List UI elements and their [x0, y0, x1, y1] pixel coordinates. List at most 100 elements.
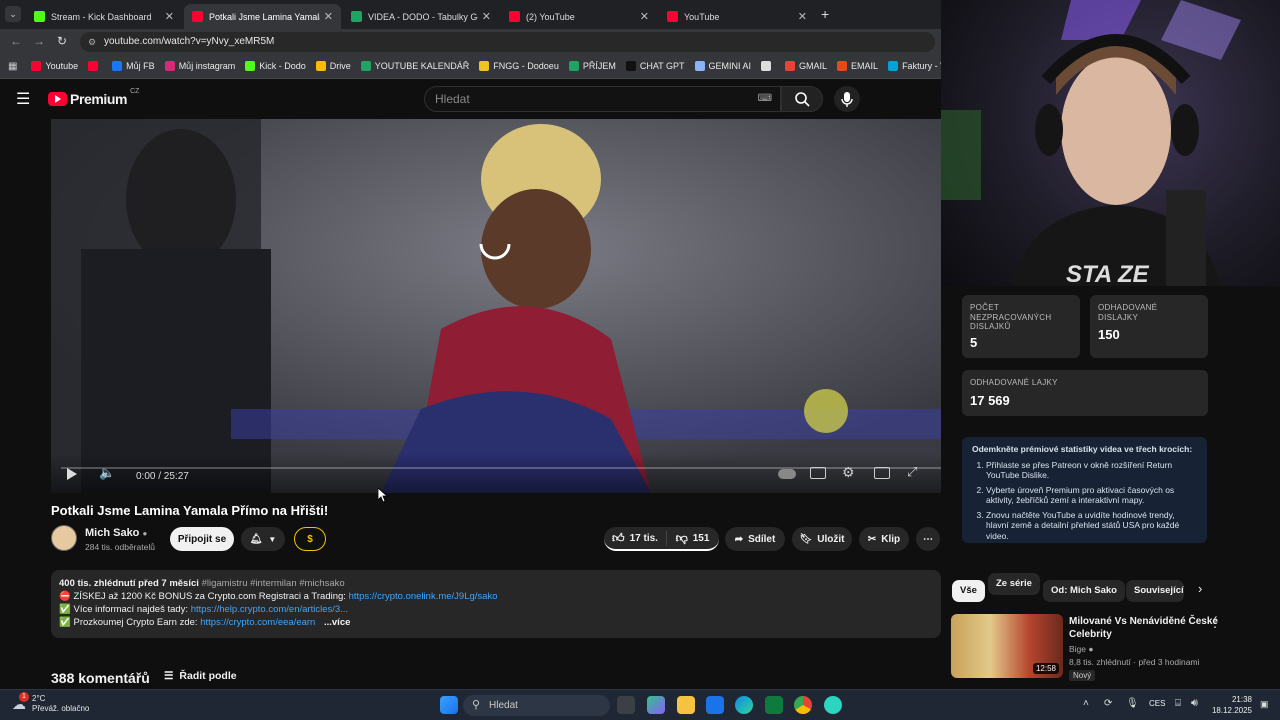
theater-mode-icon[interactable]: [874, 467, 890, 479]
tab-search-button[interactable]: ⌄: [5, 6, 21, 22]
bookmark-item[interactable]: [88, 61, 102, 71]
bookmark-item[interactable]: PŘÍJEM: [568, 61, 616, 71]
tray-chevron-icon[interactable]: ˄: [1083, 698, 1089, 709]
like-button[interactable]: 👍︎ 17 tis.: [605, 530, 667, 546]
chevron-right-icon[interactable]: ›: [1198, 581, 1202, 596]
tab-youtube-2[interactable]: (2) YouTube ✕: [501, 4, 657, 29]
keyboard-icon[interactable]: ⌨: [758, 87, 772, 111]
clip-button[interactable]: ✂ Klip: [859, 527, 909, 551]
volume-icon[interactable]: 🔈: [99, 465, 115, 481]
join-button[interactable]: Připojit se: [170, 527, 234, 551]
close-tab-icon[interactable]: ✕: [640, 10, 649, 23]
close-tab-icon[interactable]: ✕: [482, 10, 491, 23]
apps-grid-icon[interactable]: ▦: [8, 61, 17, 72]
search-input[interactable]: Hledat ⌨: [424, 86, 781, 112]
address-bar[interactable]: ⚙ youtube.com/watch?v=yNvy_xeMR5M: [80, 32, 935, 52]
network-icon[interactable]: ⌸: [1175, 698, 1181, 709]
bookmark-item[interactable]: Drive: [315, 61, 351, 71]
share-button[interactable]: ➦ Sdílet: [725, 527, 785, 551]
video-player[interactable]: 🔈 0:00 / 25:27 ⚙ ⤢: [51, 119, 941, 493]
chrome-icon[interactable]: [794, 696, 812, 714]
bookmark-favicon-icon: [31, 61, 42, 71]
tab-youtube-video[interactable]: Potkali Jsme Lamina Yamala Přímo ✕: [184, 4, 341, 29]
channel-name[interactable]: Mich Sako ●: [85, 527, 147, 539]
sort-comments-button[interactable]: ☰ Řadit podle: [164, 670, 237, 682]
bookmark-item[interactable]: EMAIL: [837, 61, 878, 71]
close-tab-icon[interactable]: ✕: [165, 10, 174, 23]
bookmark-favicon-icon: [837, 61, 848, 71]
bookmark-item[interactable]: Můj instagram: [164, 61, 235, 71]
chip-related[interactable]: Související: [1126, 580, 1184, 602]
notification-bell-button[interactable]: 🔔︎ ▼: [241, 527, 285, 551]
bookmark-item[interactable]: CHAT GPT: [625, 61, 685, 71]
weather-widget[interactable]: ☁ 1 2°C Převáž. oblačno: [12, 691, 89, 714]
bookmark-item[interactable]: Kick - Dodo: [245, 61, 306, 71]
outlook-icon[interactable]: [706, 696, 724, 714]
new-tab-button[interactable]: +: [821, 6, 829, 22]
windows-start-icon[interactable]: [440, 696, 458, 714]
recommended-video[interactable]: 12:58 Milované Vs Nenáviděné České Celeb…: [951, 614, 1276, 684]
chip-series[interactable]: Ze série: [988, 573, 1040, 595]
more-options-icon[interactable]: ⋮: [1209, 616, 1221, 630]
youtube-premium-logo[interactable]: Premium CZ: [48, 88, 139, 107]
menu-icon[interactable]: ☰: [16, 89, 30, 109]
bookmark-item[interactable]: Můj FB: [112, 61, 155, 71]
bookmark-item[interactable]: YOUTUBE KALENDÁŘ: [360, 61, 469, 71]
reload-icon[interactable]: ↻: [57, 34, 67, 48]
crypto-help-link[interactable]: https://help.crypto.com/en/articles/3...: [191, 604, 348, 615]
progress-bar[interactable]: [61, 467, 941, 469]
excel-icon[interactable]: [765, 696, 783, 714]
subscriber-count: 284 tis. odběratelů: [85, 542, 155, 552]
save-button[interactable]: 🔖︎ Uložit: [792, 527, 852, 551]
copilot-icon[interactable]: [647, 696, 665, 714]
close-tab-icon[interactable]: ✕: [324, 10, 333, 23]
channel-avatar[interactable]: [51, 525, 77, 551]
autoplay-toggle[interactable]: [778, 469, 796, 479]
sync-icon[interactable]: ⟳: [1104, 698, 1112, 709]
super-thanks-button[interactable]: $: [294, 527, 326, 551]
tab-google-sheets[interactable]: VIDEA - DODO - Tabulky Google ✕: [343, 4, 499, 29]
share-icon: ➦: [734, 533, 744, 545]
scissors-icon: ✂: [867, 533, 877, 545]
crypto-bonus-link[interactable]: https://crypto.onelink.me/J9Lg/sako: [349, 591, 498, 602]
crypto-earn-link[interactable]: https://crypto.com/eea/earn: [200, 617, 315, 628]
close-tab-icon[interactable]: ✕: [798, 10, 807, 23]
speaker-icon[interactable]: 🔊︎: [1191, 697, 1198, 710]
file-explorer-icon[interactable]: [677, 696, 695, 714]
notifications-icon[interactable]: ▣: [1260, 699, 1269, 710]
language-indicator[interactable]: CES: [1149, 699, 1165, 708]
estimated-likes-card: ODHADOVANÉ LAJKY 17 569: [962, 370, 1208, 416]
tray-mic-icon[interactable]: 🎙︎: [1126, 698, 1139, 709]
tab-kick-dashboard[interactable]: Stream - Kick Dashboard ✕: [26, 4, 182, 29]
video-description[interactable]: 400 tis. zhlédnutí před 7 měsíci #ligami…: [51, 570, 941, 638]
app-icon[interactable]: [824, 696, 842, 714]
chip-from-channel[interactable]: Od: Mich Sako: [1043, 580, 1125, 602]
site-info-icon[interactable]: ⚙: [88, 32, 96, 52]
taskbar-search[interactable]: ⚲ Hledat: [463, 695, 610, 716]
bookmark-item[interactable]: FNGG - Dodoeu: [479, 61, 559, 71]
play-icon[interactable]: [67, 468, 77, 480]
bookmark-item[interactable]: GMAIL: [785, 61, 827, 71]
chip-all[interactable]: Vše: [952, 580, 985, 602]
voice-search-button[interactable]: [834, 86, 860, 112]
dislike-button[interactable]: 👎︎ 151: [667, 531, 719, 546]
task-view-icon[interactable]: [617, 696, 635, 714]
bookmark-item[interactable]: GEMINI AI: [694, 61, 751, 71]
forward-icon[interactable]: →: [33, 34, 45, 48]
bookmark-favicon-icon: [785, 61, 796, 71]
fullscreen-icon[interactable]: ⤢: [907, 464, 917, 480]
search-button[interactable]: [781, 86, 823, 112]
windows-taskbar: ☁ 1 2°C Převáž. oblačno ⚲ Hledat ˄ ⟳ 🎙︎ C…: [0, 689, 1280, 720]
settings-gear-icon[interactable]: ⚙: [842, 464, 855, 481]
tab-youtube-3[interactable]: YouTube ✕: [659, 4, 815, 29]
clock[interactable]: 21:38 18.12.2025: [1210, 694, 1252, 716]
subtitles-icon[interactable]: [810, 467, 826, 479]
back-icon[interactable]: ←: [10, 34, 22, 48]
bookmark-item[interactable]: Youtube: [31, 61, 78, 71]
more-actions-button[interactable]: ⋯: [916, 527, 940, 551]
bookmark-item[interactable]: [761, 61, 775, 71]
show-more-link[interactable]: ...více: [324, 617, 350, 628]
edge-icon[interactable]: [735, 696, 753, 714]
description-line: ⛔ ZÍSKEJ až 1200 Kč BONUS za Crypto.com …: [59, 591, 498, 602]
video-thumbnail[interactable]: 12:58: [951, 614, 1063, 678]
